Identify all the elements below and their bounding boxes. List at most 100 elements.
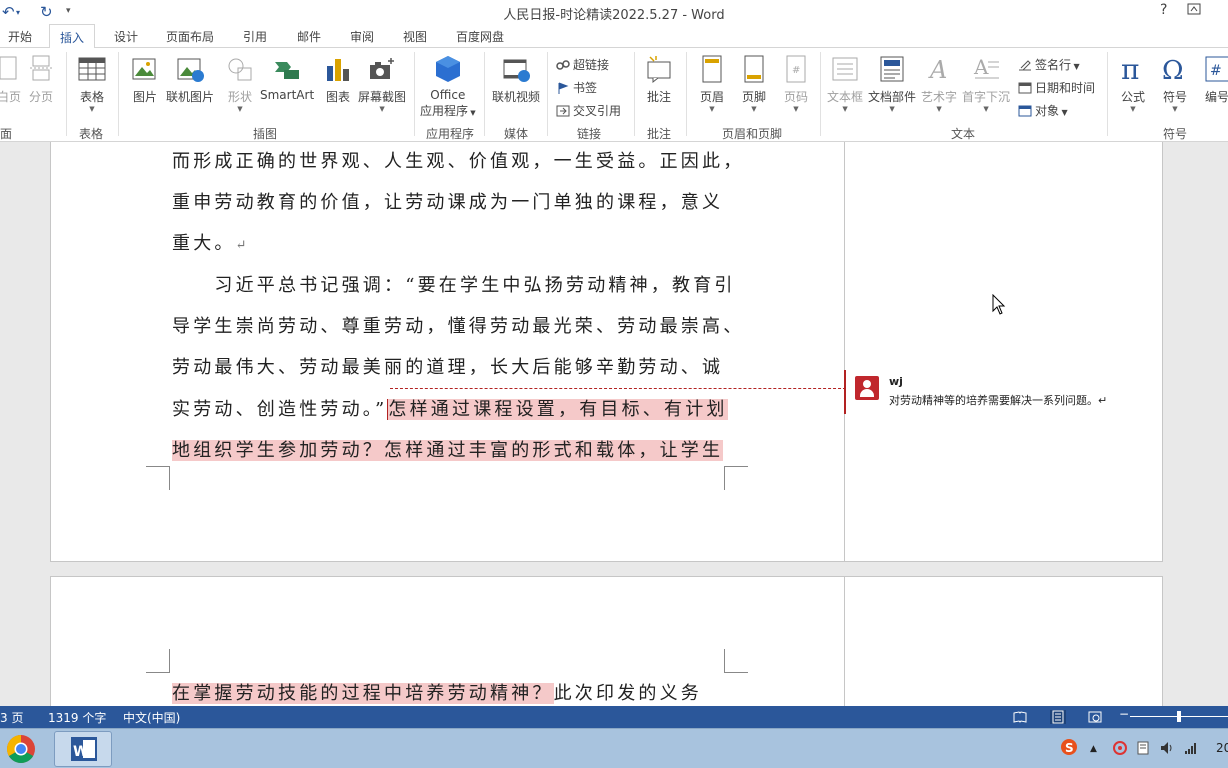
- text-line[interactable]: 在掌握劳动技能的过程中培养劳动精神？此次印发的义务: [172, 678, 702, 706]
- office-apps-button[interactable]: Office 应用程序 ▼: [420, 54, 476, 119]
- bookmark-button[interactable]: 书签: [556, 79, 597, 96]
- tray-app-icon[interactable]: [1112, 740, 1128, 756]
- smartart-button[interactable]: SmartArt: [260, 54, 314, 102]
- sogou-input-icon[interactable]: S: [1060, 738, 1078, 756]
- action-center-icon[interactable]: [1136, 741, 1150, 755]
- ribbon-tabs: 开始 插入 设计 页面布局 引用 邮件 审阅 视图 百度网盘: [0, 24, 1228, 49]
- text-line[interactable]: 习近平总书记强调：“要在学生中弘扬劳动精神，教育引: [172, 270, 736, 302]
- wordart-button[interactable]: A 艺术字 ▼: [921, 54, 957, 113]
- chevron-down-icon: ▼: [1130, 105, 1136, 113]
- link-icon: [556, 60, 570, 70]
- text-run: 此次印发的义务: [553, 683, 703, 704]
- header-button[interactable]: 页眉 ▼: [697, 54, 727, 113]
- ribbon-display-options-icon[interactable]: [1187, 2, 1201, 20]
- tab-page-layout[interactable]: 页面布局: [166, 28, 214, 45]
- text-line[interactable]: 劳动最伟大、劳动最美丽的道理，长大后能够辛勤劳动、诚: [172, 352, 723, 384]
- show-hidden-icons-icon[interactable]: ▲: [1090, 744, 1097, 754]
- online-video-button[interactable]: 联机视频: [492, 54, 540, 105]
- page-break-button[interactable]: 分页: [26, 54, 56, 105]
- zoom-slider-thumb[interactable]: [1177, 711, 1181, 722]
- page-count[interactable]: 3 页: [0, 709, 23, 726]
- print-layout-icon[interactable]: [1050, 710, 1066, 724]
- object-button[interactable]: 对象 ▼: [1018, 102, 1068, 119]
- comments-group-label: 批注: [647, 127, 672, 141]
- word-taskbar-button[interactable]: W: [54, 731, 112, 767]
- blank-page-button[interactable]: 白页: [0, 54, 24, 105]
- chevron-down-icon: ▼: [793, 105, 799, 113]
- table-group-label: 表格: [79, 127, 104, 141]
- tab-insert[interactable]: 插入: [49, 24, 96, 49]
- crop-mark: [724, 466, 725, 490]
- tab-view[interactable]: 视图: [403, 28, 427, 45]
- text-line[interactable]: 重申劳动教育的价值，让劳动课成为一门单独的课程，意义: [172, 187, 723, 219]
- volume-icon[interactable]: [1160, 741, 1174, 755]
- cross-reference-button[interactable]: 交叉引用: [556, 102, 621, 119]
- new-comment-label: 批注: [646, 90, 671, 104]
- hyperlink-label: 超链接: [573, 58, 610, 72]
- footer-label: 页脚: [741, 90, 766, 104]
- crop-mark: [169, 649, 170, 673]
- text-line[interactable]: 地组织学生参加劳动？怎样通过丰富的形式和载体，让学生: [172, 435, 724, 467]
- hyperlink-button[interactable]: 超链接: [556, 56, 609, 73]
- zoom-out-button[interactable]: −: [1119, 707, 1129, 721]
- equation-button[interactable]: π 公式 ▼: [1118, 54, 1148, 113]
- chevron-down-icon: ▼: [468, 109, 476, 117]
- chevron-down-icon: ▼: [237, 105, 243, 113]
- chrome-icon[interactable]: [0, 731, 52, 767]
- word-icon: W: [71, 737, 97, 761]
- network-icon[interactable]: [1184, 741, 1198, 755]
- web-layout-icon[interactable]: [1088, 710, 1102, 724]
- text-run: 实劳动、创造性劳动。”: [172, 399, 388, 420]
- quick-parts-button[interactable]: 文档部件 ▼: [868, 54, 916, 113]
- numbering-button[interactable]: # 编号: [1202, 54, 1228, 105]
- crop-mark: [724, 672, 748, 673]
- object-label: 对象: [1035, 104, 1060, 118]
- header-footer-group-label: 页眉和页脚: [722, 127, 783, 141]
- help-button[interactable]: ?: [1160, 2, 1167, 18]
- separator: [484, 52, 485, 136]
- crop-mark: [146, 466, 170, 467]
- tab-design[interactable]: 设计: [114, 28, 138, 45]
- signature-line-button[interactable]: 签名行 ▼: [1018, 56, 1080, 73]
- text-box-button[interactable]: 文本框 ▼: [827, 54, 863, 113]
- clock[interactable]: 20: [1216, 741, 1228, 755]
- tab-baidu-netdisk[interactable]: 百度网盘: [456, 28, 504, 45]
- tab-review[interactable]: 审阅: [350, 28, 374, 45]
- comment-text[interactable]: 对劳动精神等的培养需要解决一系列问题。↵: [889, 392, 1107, 408]
- symbol-button[interactable]: Ω 符号 ▼: [1160, 54, 1190, 113]
- date-time-button[interactable]: 日期和时间: [1018, 79, 1095, 96]
- drop-cap-button[interactable]: A 首字下沉 ▼: [962, 54, 1010, 113]
- text-line[interactable]: 导学生崇尚劳动、尊重劳动，懂得劳动最光荣、劳动最崇高、: [172, 311, 744, 343]
- footer-button[interactable]: 页脚 ▼: [739, 54, 769, 113]
- picture-button[interactable]: 图片: [130, 54, 160, 105]
- text-box-label: 文本框: [827, 90, 864, 104]
- commented-text[interactable]: 怎样通过课程设置，有目标、有计划: [387, 399, 728, 420]
- word-count[interactable]: 1319 个字: [48, 709, 106, 726]
- language-indicator[interactable]: 中文(中国): [123, 709, 180, 726]
- signature-icon: [1019, 60, 1031, 71]
- commented-text[interactable]: 地组织学生参加劳动？怎样通过丰富的形式和载体，让学生: [172, 440, 724, 461]
- document-area[interactable]: 而形成正确的世界观、人生观、价值观，一生受益。正因此， 重申劳动教育的价值，让劳…: [0, 142, 1228, 706]
- chevron-down-icon: ▼: [889, 105, 895, 113]
- online-pictures-button[interactable]: 联机图片: [166, 54, 214, 105]
- cross-reference-label: 交叉引用: [573, 104, 622, 118]
- tab-mailings[interactable]: 邮件: [297, 28, 321, 45]
- crop-mark: [169, 466, 170, 490]
- screenshot-button[interactable]: 屏幕截图 ▼: [358, 54, 406, 113]
- separator: [1107, 52, 1108, 136]
- page-number-button[interactable]: # 页码 ▼: [781, 54, 811, 113]
- tab-home[interactable]: 开始: [8, 28, 32, 45]
- new-comment-button[interactable]: 批注: [644, 54, 674, 105]
- chart-button[interactable]: 图表: [323, 54, 353, 105]
- tab-references[interactable]: 引用: [243, 28, 267, 45]
- commented-text[interactable]: 在掌握劳动技能的过程中培养劳动精神？: [172, 683, 554, 704]
- chevron-down-icon: ▼: [936, 105, 942, 113]
- read-mode-icon[interactable]: [1013, 710, 1027, 724]
- text-line[interactable]: 重大。↵: [172, 228, 250, 260]
- status-bar: 3 页 1319 个字 中文(中国) −: [0, 706, 1228, 728]
- shapes-button[interactable]: 形状 ▼: [225, 54, 255, 113]
- text-line[interactable]: 实劳动、创造性劳动。”怎样通过课程设置，有目标、有计划: [172, 394, 728, 426]
- links-group-label: 链接: [577, 127, 602, 141]
- text-line[interactable]: 而形成正确的世界观、人生观、价值观，一生受益。正因此，: [172, 146, 744, 178]
- table-button[interactable]: 表格 ▼: [77, 54, 107, 113]
